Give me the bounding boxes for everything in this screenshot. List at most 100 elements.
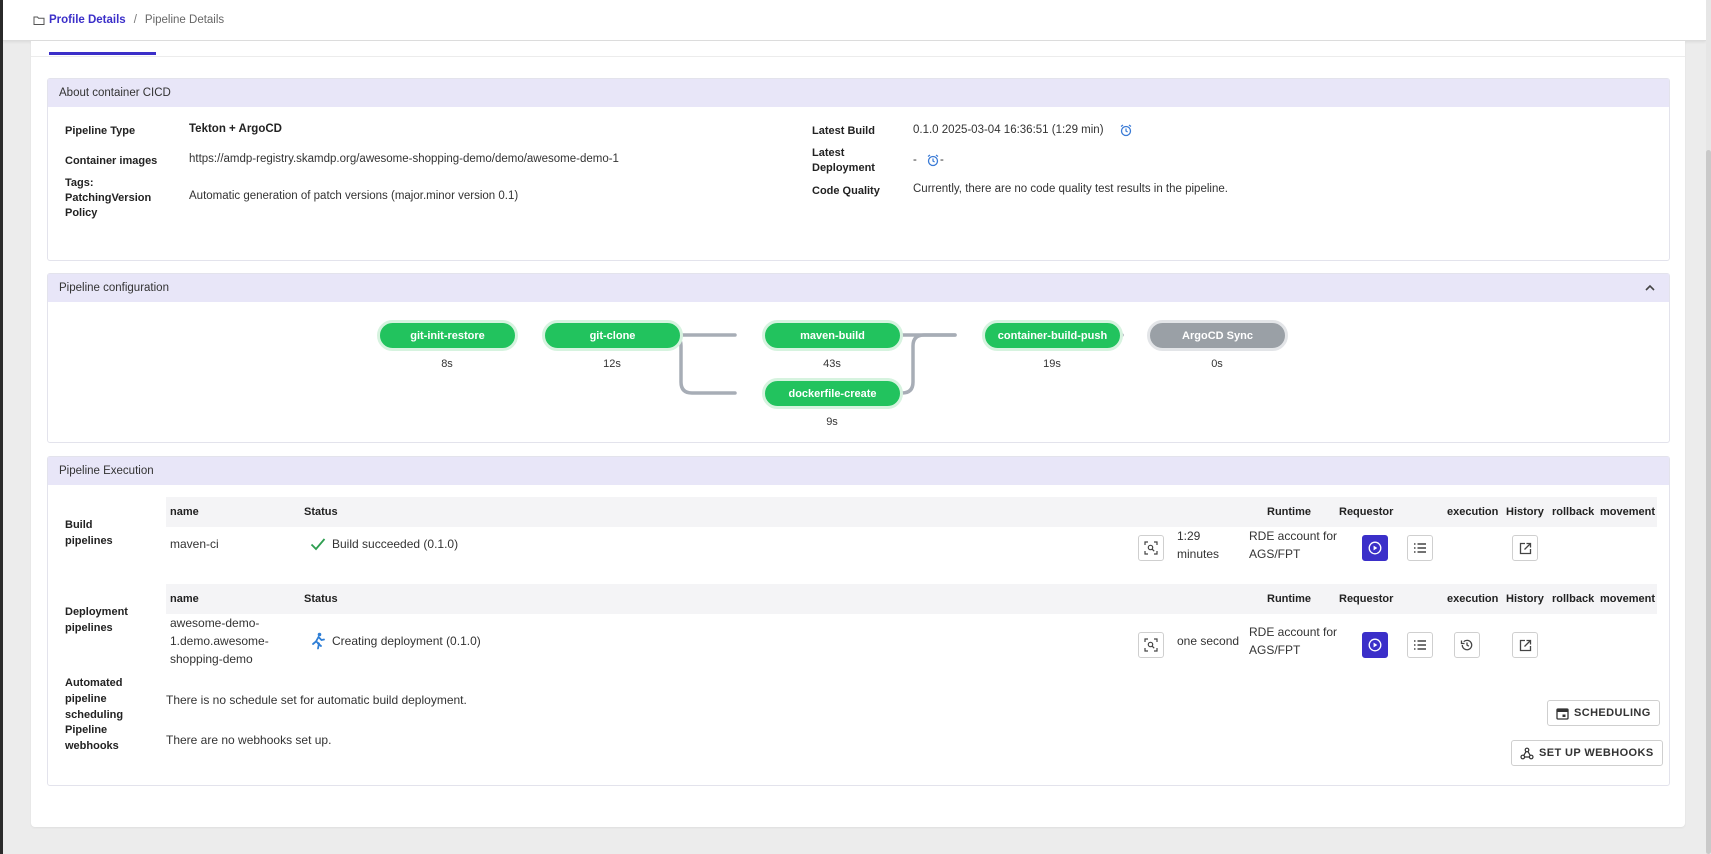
col-history: History: [1506, 506, 1544, 518]
inspect-deploy-button[interactable]: [1138, 632, 1164, 658]
deploy-pipeline-name-1[interactable]: awesome-demo-: [170, 614, 259, 632]
scheduling-button[interactable]: SCHEDULING: [1547, 700, 1660, 726]
list-icon: [1414, 543, 1426, 553]
scheduling-text: There is no schedule set for automatic b…: [166, 693, 467, 707]
pipeline-configuration-section: Pipeline configuration git-init-restore …: [47, 273, 1670, 443]
col-requestor: Requestor: [1339, 593, 1394, 605]
play-icon: [1368, 541, 1382, 555]
build-open-external-button[interactable]: [1512, 535, 1538, 561]
build-execute-button[interactable]: [1362, 535, 1388, 561]
alarm-clock-icon[interactable]: [1119, 123, 1133, 137]
col-status: Status: [304, 593, 338, 605]
stage-time: 12s: [603, 358, 621, 370]
stage-time: 0s: [1211, 358, 1223, 370]
breadcrumb-separator: /: [133, 14, 137, 26]
col-name: name: [170, 506, 199, 518]
inspect-icon: [1144, 638, 1158, 652]
inspect-build-button[interactable]: [1138, 535, 1164, 561]
deploy-rollback-button[interactable]: [1454, 632, 1480, 658]
build-runtime-1: 1:29: [1177, 529, 1201, 543]
external-link-icon: [1519, 542, 1531, 554]
webhook-icon: [1520, 747, 1534, 759]
col-rollback: rollback: [1552, 593, 1595, 605]
stage-label: git-clone: [589, 329, 636, 342]
deploy-pipeline-name-2[interactable]: 1.demo.awesome-: [170, 632, 269, 650]
folder-icon: [33, 16, 45, 25]
running-person-icon: [312, 632, 325, 650]
build-status-text: Build succeeded (0.1.0): [332, 537, 459, 551]
stage-dockerfile-create[interactable]: dockerfile-create: [762, 378, 903, 409]
container-images-label: Container images: [65, 155, 158, 167]
breadcrumb-home-link[interactable]: Profile Details: [33, 14, 126, 26]
inspect-icon: [1144, 541, 1158, 555]
scheduling-label-3: scheduling: [65, 709, 124, 721]
build-runtime-2: minutes: [1177, 547, 1220, 561]
deployment-pipelines-label-2: pipelines: [65, 622, 113, 634]
webhooks-label-2: webhooks: [65, 740, 119, 752]
deploy-pipeline-name-3[interactable]: shopping-demo: [170, 650, 253, 668]
pipeline-type-value: Tekton + ArgoCD: [189, 123, 282, 135]
col-execution: execution: [1447, 593, 1499, 605]
latest-deployment-label-2: Deployment: [812, 162, 875, 174]
window-edge: [0, 0, 3, 854]
config-section-header: Pipeline configuration: [48, 274, 1669, 302]
stage-maven-build[interactable]: maven-build: [762, 320, 903, 351]
pipeline-execution-section: Pipeline Execution Build pipelines name …: [47, 456, 1670, 786]
deploy-history-button[interactable]: [1407, 632, 1433, 658]
scheduling-label-2: pipeline: [65, 693, 107, 705]
pipeline-type-label: Pipeline Type: [65, 125, 136, 137]
col-runtime: Runtime: [1267, 593, 1311, 605]
stage-git-init-restore[interactable]: git-init-restore: [377, 320, 518, 351]
col-runtime: Runtime: [1267, 506, 1311, 518]
latest-build-label: Latest Build: [812, 125, 875, 137]
checkmark-icon: [310, 538, 326, 551]
config-section-title: Pipeline configuration: [59, 282, 169, 294]
breadcrumb-home-label: Profile Details: [49, 14, 126, 26]
calendar-icon: [1556, 707, 1569, 720]
deployment-pipelines-label-1: Deployment: [65, 606, 128, 618]
deploy-open-external-button[interactable]: [1512, 632, 1538, 658]
tabs-divider: [31, 56, 1685, 57]
patching-policy-label-1: PatchingVersion: [65, 192, 152, 204]
col-movement: movement: [1600, 506, 1656, 518]
stage-time: 19s: [1043, 358, 1061, 370]
deploy-runtime: one second: [1177, 634, 1240, 648]
execution-section-header: Pipeline Execution: [48, 457, 1669, 485]
stage-argocd-sync[interactable]: ArgoCD Sync: [1147, 320, 1288, 351]
external-link-icon: [1519, 639, 1531, 651]
stage-time: 43s: [823, 358, 841, 370]
col-status: Status: [304, 506, 338, 518]
latest-deployment-pre: -: [913, 154, 917, 167]
about-section-title: About container CICD: [59, 87, 171, 99]
set-up-webhooks-button[interactable]: SET UP WEBHOOKS: [1511, 740, 1663, 766]
stage-git-clone[interactable]: git-clone: [542, 320, 683, 351]
stage-container-build-push[interactable]: container-build-push: [982, 320, 1123, 351]
col-rollback: rollback: [1552, 506, 1595, 518]
breadcrumb: Profile Details / Pipeline Details: [3, 0, 1706, 41]
col-movement: movement: [1600, 593, 1656, 605]
breadcrumb-current: Pipeline Details: [144, 14, 225, 26]
stage-label: git-init-restore: [410, 329, 485, 342]
scheduling-button-label: SCHEDULING: [1574, 707, 1651, 719]
build-pipelines-label-2: pipelines: [65, 535, 113, 547]
patching-policy-value: Automatic generation of patch versions (…: [189, 190, 519, 202]
page-scrollbar[interactable]: [1706, 0, 1711, 854]
col-history: History: [1506, 593, 1544, 605]
col-name: name: [170, 593, 199, 605]
play-icon: [1368, 638, 1382, 652]
chevron-up-icon[interactable]: [1643, 281, 1657, 295]
col-requestor: Requestor: [1339, 506, 1394, 518]
build-pipeline-name[interactable]: maven-ci: [170, 535, 219, 553]
webhooks-text: There are no webhooks set up.: [166, 733, 332, 747]
deploy-status-text: Creating deployment (0.1.0): [332, 634, 481, 648]
deploy-execute-button[interactable]: [1362, 632, 1388, 658]
list-icon: [1414, 640, 1426, 650]
alarm-clock-icon[interactable]: [926, 153, 940, 167]
scrollbar-thumb[interactable]: [1706, 150, 1711, 854]
build-table-header: name Status Runtime Requestor execution …: [166, 497, 1657, 527]
build-pipelines-label-1: Build: [65, 519, 93, 531]
build-history-button[interactable]: [1407, 535, 1433, 561]
code-quality-label: Code Quality: [812, 185, 880, 197]
col-execution: execution: [1447, 506, 1499, 518]
latest-deployment-label-1: Latest: [812, 147, 845, 159]
